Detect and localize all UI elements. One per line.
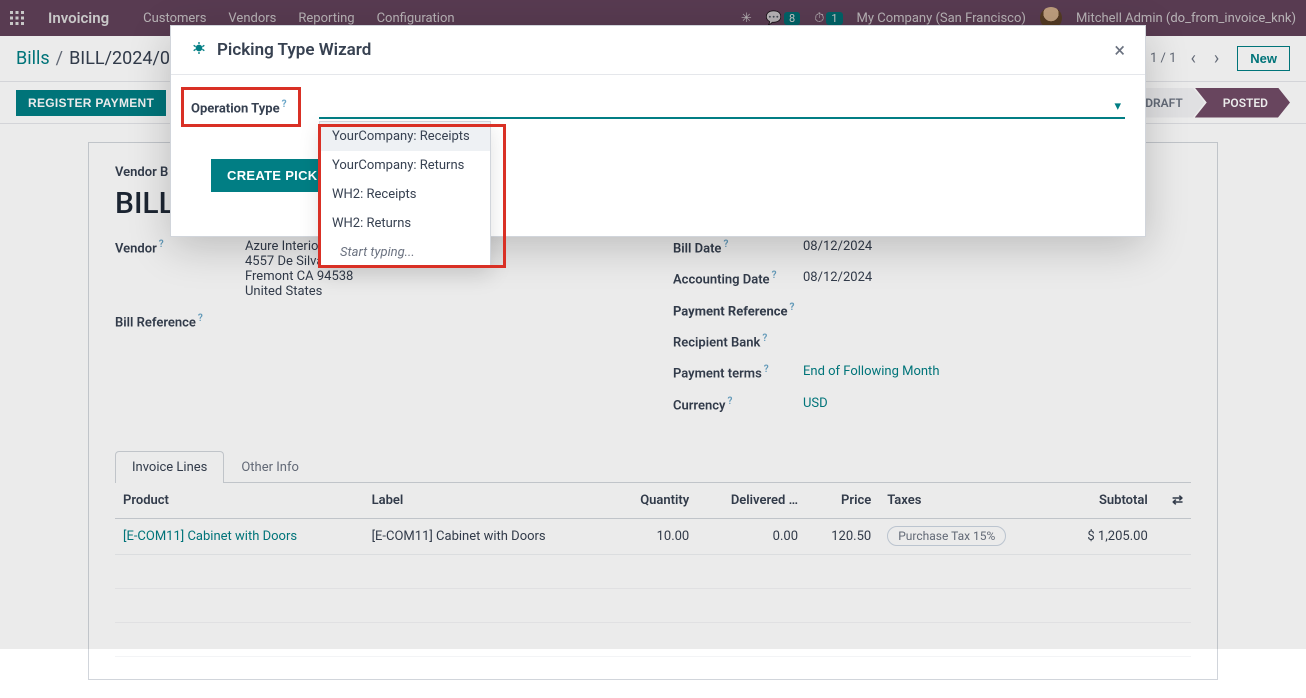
picking-type-wizard-dialog: Picking Type Wizard × Operation Type? ▾ … — [170, 25, 1146, 237]
dropdown-option[interactable]: YourCompany: Receipts — [320, 122, 490, 151]
th-label[interactable]: Label — [364, 483, 613, 519]
dropdown-option[interactable]: WH2: Receipts — [320, 180, 490, 209]
label-bank: Recipient Bank? — [673, 333, 803, 350]
th-price[interactable]: Price — [806, 483, 879, 519]
activities-icon[interactable]: ⏱1 — [814, 11, 842, 26]
topmenu-config[interactable]: Configuration — [377, 11, 455, 26]
tab-other-info[interactable]: Other Info — [224, 451, 316, 483]
label-currency: Currency? — [673, 396, 803, 413]
modal-title: Picking Type Wizard — [217, 40, 371, 60]
label-billref: Bill Reference? — [115, 313, 245, 330]
operation-type-input[interactable]: ▾ — [319, 95, 1125, 119]
company-switcher[interactable]: My Company (San Francisco) — [857, 11, 1026, 26]
app-name[interactable]: Invoicing — [48, 9, 109, 27]
dropdown-option[interactable]: YourCompany: Returns — [320, 151, 490, 180]
cell-product[interactable]: [E-COM11] Cabinet with Doors — [115, 518, 364, 554]
dropdown-option[interactable]: WH2: Returns — [320, 209, 490, 238]
topmenu-customers[interactable]: Customers — [143, 11, 206, 26]
th-product[interactable]: Product — [115, 483, 364, 519]
cell-tax[interactable]: Purchase Tax 15% — [879, 518, 1056, 554]
label-payref: Payment Reference? — [673, 302, 803, 319]
dropdown-hint: Start typing... — [320, 238, 490, 267]
bug-icon[interactable] — [191, 40, 207, 60]
messaging-icon[interactable]: 💬8 — [766, 11, 800, 26]
table-row[interactable]: [E-COM11] Cabinet with Doors [E-COM11] C… — [115, 518, 1191, 554]
vendor-addr3: United States — [245, 284, 353, 299]
topmenu-vendors[interactable]: Vendors — [228, 11, 276, 26]
debug-icon[interactable]: ✳ — [741, 11, 752, 26]
th-taxes[interactable]: Taxes — [879, 483, 1056, 519]
messaging-badge: 8 — [784, 12, 800, 25]
value-currency[interactable]: USD — [803, 396, 828, 411]
vendor-addr2: Fremont CA 94538 — [245, 269, 353, 284]
breadcrumb: Bills / BILL/2024/0 — [16, 48, 170, 69]
cell-price[interactable]: 120.50 — [806, 518, 879, 554]
value-terms[interactable]: End of Following Month — [803, 364, 939, 379]
label-acctdate: Accounting Date? — [673, 270, 803, 287]
operation-type-dropdown: YourCompany: Receipts YourCompany: Retur… — [319, 121, 491, 268]
value-acctdate[interactable]: 08/12/2024 — [803, 270, 872, 285]
th-subtotal[interactable]: Subtotal — [1056, 483, 1156, 519]
pager-prev[interactable]: ‹ — [1186, 48, 1199, 69]
pager-position: 1 / 1 — [1150, 51, 1176, 66]
register-payment-button[interactable]: REGISTER PAYMENT — [16, 90, 166, 116]
label-operation-type: Operation Type? — [191, 95, 301, 116]
activities-badge: 1 — [826, 12, 842, 25]
apps-icon[interactable] — [10, 11, 24, 25]
label-terms: Payment terms? — [673, 364, 803, 381]
user-menu[interactable]: Mitchell Admin (do_from_invoice_knk) — [1076, 11, 1296, 26]
cell-delivered[interactable]: 0.00 — [697, 518, 806, 554]
breadcrumb-root[interactable]: Bills — [16, 48, 50, 69]
cell-subtotal: $ 1,205.00 — [1056, 518, 1156, 554]
label-billdate: Bill Date? — [673, 239, 803, 256]
tab-invoice-lines[interactable]: Invoice Lines — [115, 451, 224, 483]
cell-qty[interactable]: 10.00 — [612, 518, 697, 554]
pager-next[interactable]: › — [1210, 48, 1223, 69]
status-posted[interactable]: POSTED — [1195, 88, 1290, 118]
label-vendor: Vendor? — [115, 239, 245, 256]
columns-settings-icon[interactable]: ⇄ — [1156, 483, 1191, 519]
th-delivered[interactable]: Delivered … — [697, 483, 806, 519]
cell-label[interactable]: [E-COM11] Cabinet with Doors — [364, 518, 613, 554]
value-billdate[interactable]: 08/12/2024 — [803, 239, 872, 254]
new-button[interactable]: New — [1237, 46, 1290, 71]
topmenu-reporting[interactable]: Reporting — [298, 11, 354, 26]
chevron-down-icon[interactable]: ▾ — [1114, 99, 1121, 114]
close-icon[interactable]: × — [1114, 40, 1125, 60]
th-qty[interactable]: Quantity — [612, 483, 697, 519]
breadcrumb-current: BILL/2024/0 — [69, 48, 170, 69]
